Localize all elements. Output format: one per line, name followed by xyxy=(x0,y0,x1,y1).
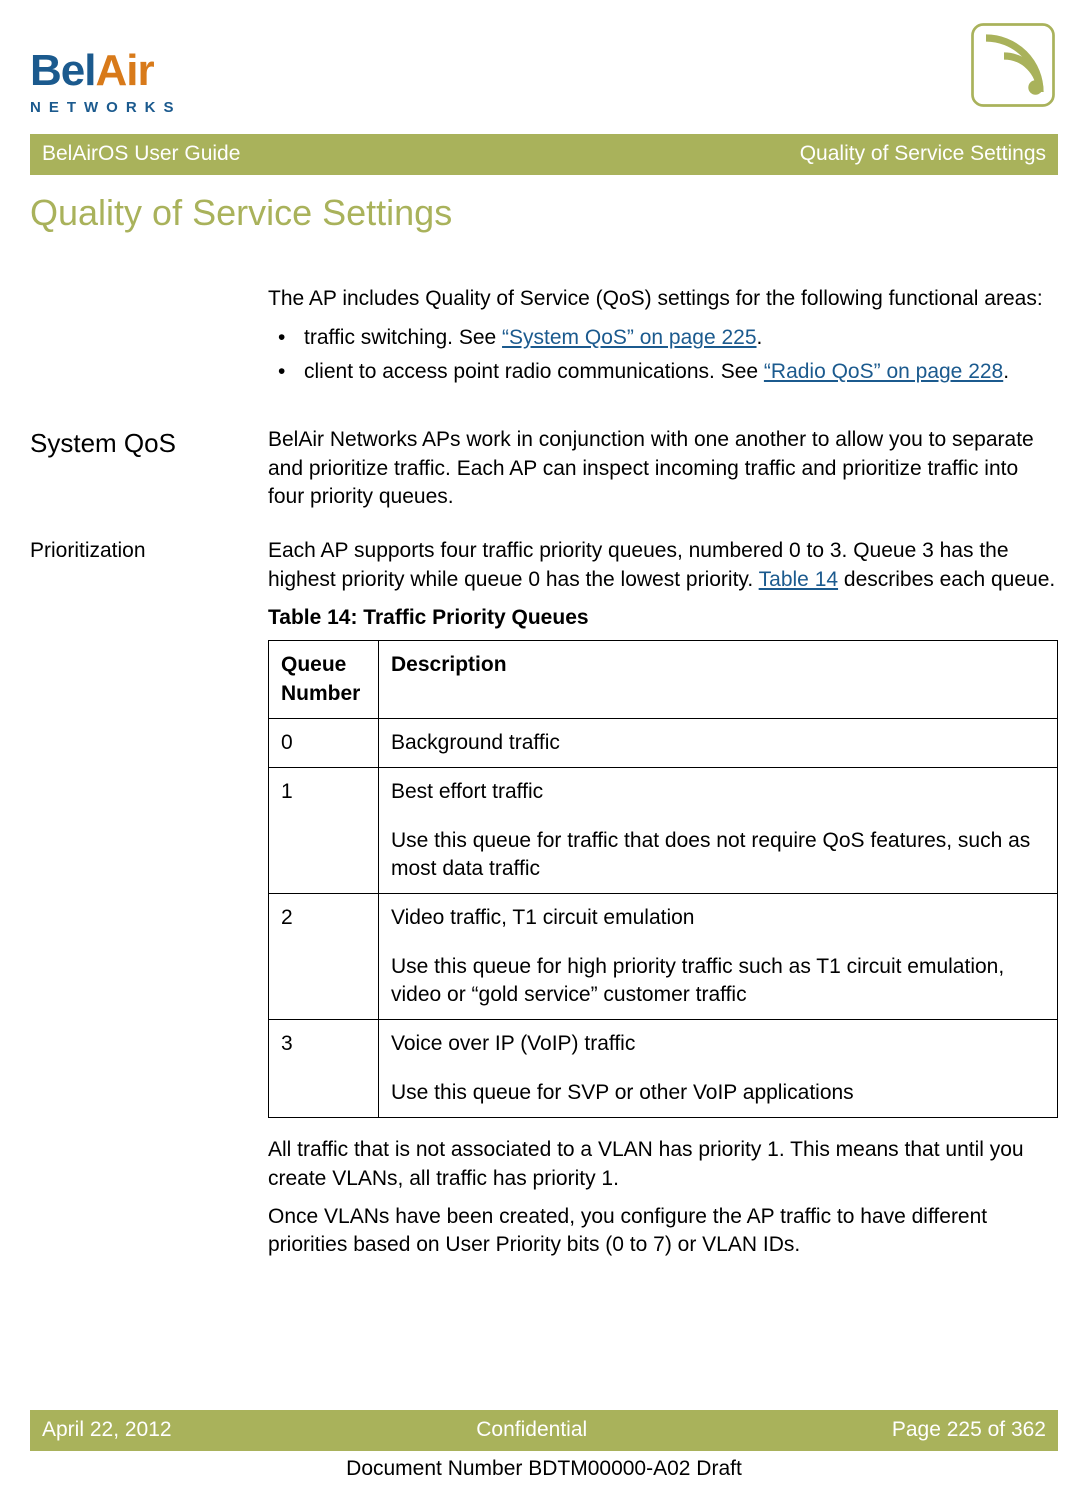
cell-desc: Voice over IP (VoIP) traffic Use this qu… xyxy=(379,1020,1058,1118)
bullet-2-post: . xyxy=(1003,360,1009,383)
intro-bullets: traffic switching. See “System QoS” on p… xyxy=(268,324,1058,387)
bullet-1-pre: traffic switching. See xyxy=(304,326,502,349)
page-header: BelAir NETWORKS xyxy=(0,0,1088,134)
cell-desc-main: Video traffic, T1 circuit emulation xyxy=(391,906,695,929)
footer-confidential: Confidential xyxy=(476,1416,587,1444)
cell-desc-sub: Use this queue for SVP or other VoIP app… xyxy=(391,1079,1045,1107)
cell-queue-num: 2 xyxy=(269,894,379,1020)
th-description: Description xyxy=(379,641,1058,719)
footer-date: April 22, 2012 xyxy=(42,1416,172,1444)
cell-desc: Video traffic, T1 circuit emulation Use … xyxy=(379,894,1058,1020)
cell-desc: Background traffic xyxy=(379,719,1058,768)
prioritization-post: describes each queue. xyxy=(838,568,1055,591)
th-queue-number: Queue Number xyxy=(269,641,379,719)
logo-sub: NETWORKS xyxy=(30,98,182,118)
bullet-client-radio: client to access point radio communicati… xyxy=(268,358,1058,386)
logo-part2: Air xyxy=(95,46,153,95)
page-title: Quality of Service Settings xyxy=(30,189,1058,238)
logo-brand: BelAir xyxy=(30,41,182,100)
cell-desc-sub: Use this queue for traffic that does not… xyxy=(391,827,1045,884)
content: The AP includes Quality of Service (QoS)… xyxy=(0,285,1088,1269)
table-row: 2 Video traffic, T1 circuit emulation Us… xyxy=(269,894,1058,1020)
link-radio-qos[interactable]: “Radio QoS” on page 228 xyxy=(764,360,1003,383)
heading-prioritization: Prioritization xyxy=(30,537,248,565)
after-table-p2: Once VLANs have been created, you config… xyxy=(268,1203,1058,1260)
cell-queue-num: 1 xyxy=(269,768,379,894)
priority-queues-table: Queue Number Description 0 Background tr… xyxy=(268,640,1058,1118)
table-caption: Table 14: Traffic Priority Queues xyxy=(268,604,1058,632)
bullet-2-pre: client to access point radio communicati… xyxy=(304,360,764,383)
cell-desc-main: Background traffic xyxy=(391,731,560,754)
cell-desc-sub: Use this queue for high priority traffic… xyxy=(391,953,1045,1010)
footer-bar: April 22, 2012 Confidential Page 225 of … xyxy=(30,1410,1058,1450)
after-table-p1: All traffic that is not associated to a … xyxy=(268,1136,1058,1193)
table-row: 1 Best effort traffic Use this queue for… xyxy=(269,768,1058,894)
footer-docnum: Document Number BDTM00000-A02 Draft xyxy=(0,1455,1088,1483)
logo-part1: Bel xyxy=(30,46,95,95)
table-row: 3 Voice over IP (VoIP) traffic Use this … xyxy=(269,1020,1058,1118)
cell-queue-num: 3 xyxy=(269,1020,379,1118)
wifi-emblem-icon xyxy=(968,20,1058,118)
cell-desc: Best effort traffic Use this queue for t… xyxy=(379,768,1058,894)
heading-system-qos: System QoS xyxy=(30,426,248,461)
table-header-row: Queue Number Description xyxy=(269,641,1058,719)
cell-desc-main: Voice over IP (VoIP) traffic xyxy=(391,1032,635,1055)
footer-page: Page 225 of 362 xyxy=(892,1416,1046,1444)
link-system-qos[interactable]: “System QoS” on page 225 xyxy=(502,326,756,349)
cell-queue-num: 0 xyxy=(269,719,379,768)
bullet-1-post: . xyxy=(757,326,763,349)
link-table-14[interactable]: Table 14 xyxy=(759,568,838,591)
header-left: BelAirOS User Guide xyxy=(42,140,240,168)
system-qos-text: BelAir Networks APs work in conjunction … xyxy=(268,426,1058,511)
header-bar: BelAirOS User Guide Quality of Service S… xyxy=(30,134,1058,174)
prioritization-text: Each AP supports four traffic priority q… xyxy=(268,537,1058,594)
header-right: Quality of Service Settings xyxy=(800,140,1046,168)
page-footer: April 22, 2012 Confidential Page 225 of … xyxy=(0,1410,1088,1483)
bullet-traffic-switching: traffic switching. See “System QoS” on p… xyxy=(268,324,1058,352)
logo: BelAir NETWORKS xyxy=(30,41,182,119)
cell-desc-main: Best effort traffic xyxy=(391,780,543,803)
table-row: 0 Background traffic xyxy=(269,719,1058,768)
intro-text: The AP includes Quality of Service (QoS)… xyxy=(268,285,1058,313)
